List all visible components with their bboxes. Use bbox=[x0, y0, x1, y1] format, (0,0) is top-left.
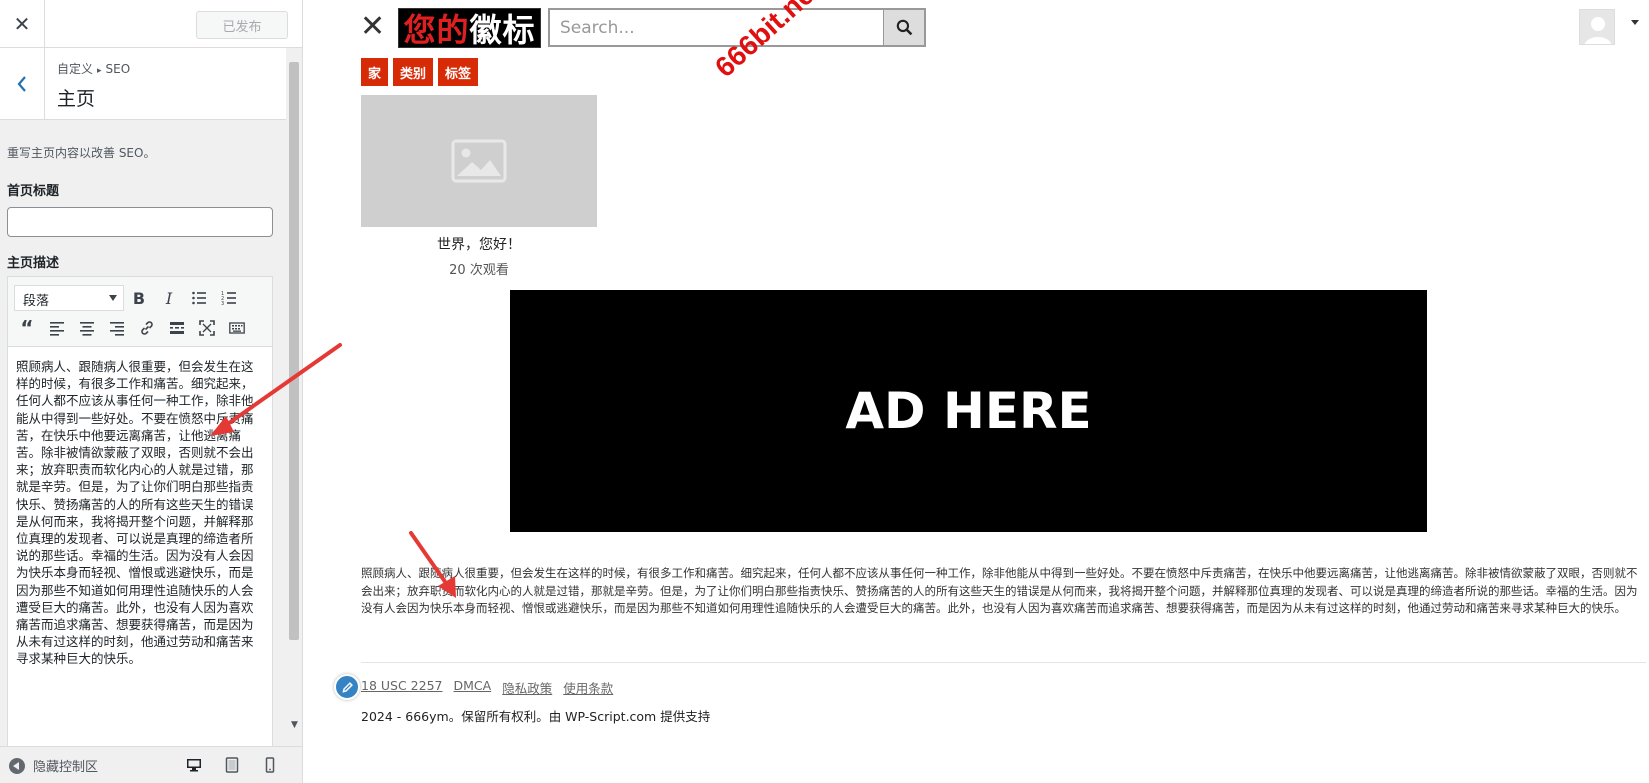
home-description-label: 主页描述 bbox=[7, 256, 60, 271]
numbered-list-button[interactable]: 123 bbox=[216, 285, 242, 311]
fullscreen-icon bbox=[199, 320, 215, 336]
search-button[interactable] bbox=[883, 10, 924, 45]
description-editor: 段落 B I 123 “ 照顾病人、跟随病人很重要，但会发生在这样的时候，有很多… bbox=[7, 276, 273, 746]
customizer-sidebar: ✕ 已发布 自定义 ▸ SEO 主页 重写主页内容以改善 SEO。 首页标题 主页描… bbox=[0, 0, 303, 783]
home-title-input[interactable] bbox=[7, 207, 273, 237]
align-right-button[interactable] bbox=[104, 315, 130, 341]
ad-text: AD HERE bbox=[845, 382, 1092, 440]
italic-button[interactable]: I bbox=[156, 285, 182, 311]
video-views: 20 次观看 bbox=[449, 263, 509, 278]
bold-icon: B bbox=[132, 288, 146, 308]
footer-divider bbox=[361, 662, 1646, 663]
section-title: 主页 bbox=[57, 88, 96, 110]
logo-text-part1: 您的 bbox=[403, 11, 470, 49]
close-icon: ✕ bbox=[360, 9, 386, 44]
search-icon bbox=[896, 19, 912, 36]
customizer-footer: 隐藏控制区 bbox=[0, 746, 302, 783]
preview-mobile-button[interactable] bbox=[260, 755, 280, 775]
link-button[interactable] bbox=[134, 315, 160, 341]
collapse-icon bbox=[9, 757, 25, 774]
nav-item-tags[interactable]: 标签 bbox=[438, 58, 479, 86]
blockquote-button[interactable]: “ bbox=[14, 315, 40, 341]
description-textarea[interactable]: 照顾病人、跟随病人很重要，但会发生在这样的时候，有很多工作和痛苦。细究起来，任何… bbox=[8, 348, 272, 746]
video-thumbnail[interactable] bbox=[361, 95, 597, 227]
link-icon bbox=[141, 321, 153, 335]
fullscreen-button[interactable] bbox=[194, 315, 220, 341]
main-nav: 家 类别 标签 bbox=[361, 58, 479, 86]
align-center-icon bbox=[80, 322, 94, 336]
seo-panel: 重写主页内容以改善 SEO。 首页标题 主页描述 段落 B I 123 “ 照顾… bbox=[0, 121, 286, 746]
bold-button[interactable]: B bbox=[126, 285, 152, 311]
breadcrumb-separator: ▸ bbox=[97, 66, 102, 76]
preview-desktop-button[interactable] bbox=[184, 755, 204, 775]
align-left-icon bbox=[50, 322, 64, 336]
collapse-sidebar-button[interactable]: 隐藏控制区 bbox=[9, 756, 98, 775]
scrollbar-thumb[interactable] bbox=[289, 62, 299, 640]
toolbar-toggle-button[interactable] bbox=[224, 315, 250, 341]
tablet-icon bbox=[225, 757, 239, 773]
preview-close-button[interactable]: ✕ bbox=[360, 12, 385, 42]
breadcrumb-parent: 自定义 bbox=[57, 62, 94, 76]
avatar-dropdown-icon[interactable] bbox=[1631, 20, 1639, 25]
chevron-down-icon bbox=[109, 295, 117, 301]
logo-text-part2: 徽标 bbox=[469, 11, 536, 49]
customizer-header: ✕ 已发布 bbox=[0, 0, 302, 48]
section-header: 自定义 ▸ SEO 主页 bbox=[0, 48, 286, 120]
user-avatar[interactable] bbox=[1579, 9, 1615, 45]
chevron-left-icon bbox=[17, 76, 26, 92]
back-button[interactable] bbox=[0, 48, 45, 120]
align-center-button[interactable] bbox=[74, 315, 100, 341]
numbered-list-icon: 123 bbox=[221, 291, 236, 306]
sidebar-scrollbar[interactable]: ▼ bbox=[287, 48, 302, 738]
breadcrumb: 自定义 ▸ SEO bbox=[57, 60, 130, 77]
site-logo[interactable]: 您的 徽标 bbox=[398, 8, 541, 49]
collapse-label: 隐藏控制区 bbox=[33, 760, 99, 775]
editor-toolbar: 段落 B I 123 “ bbox=[8, 277, 272, 347]
site-preview: ✕ 您的徽标 家 类别 标签 666bit.net 世界，您好！ 20 次观看 bbox=[303, 0, 1649, 783]
svg-text:3: 3 bbox=[221, 301, 224, 306]
publish-button[interactable]: 已发布 bbox=[196, 11, 288, 39]
home-description-text: 照顾病人、跟随病人很重要，但会发生在这样的时候，有很多工作和痛苦。细究起来，任何… bbox=[361, 566, 1638, 615]
footer-link-privacy[interactable]: 隐私政策 bbox=[502, 678, 552, 697]
scroll-down-icon[interactable]: ▼ bbox=[291, 720, 298, 730]
read-more-icon bbox=[170, 322, 184, 334]
preview-tablet-button[interactable] bbox=[222, 755, 242, 775]
screen: ✕ 已发布 自定义 ▸ SEO 主页 重写主页内容以改善 SEO。 首页标题 主页描… bbox=[0, 0, 1649, 783]
pencil-icon bbox=[341, 681, 353, 693]
nav-item-categories[interactable]: 类别 bbox=[393, 58, 434, 86]
footer-link-dmca[interactable]: DMCA bbox=[453, 678, 491, 697]
customizer-close-button[interactable]: ✕ bbox=[0, 0, 45, 48]
nav-item-home[interactable]: 家 bbox=[361, 58, 389, 86]
search-input[interactable] bbox=[550, 10, 883, 45]
breadcrumb-current: SEO bbox=[105, 62, 131, 76]
italic-icon: I bbox=[165, 288, 173, 308]
panel-description: 重写主页内容以改善 SEO。 bbox=[7, 146, 156, 160]
align-right-icon bbox=[110, 322, 124, 336]
video-card[interactable]: 世界，您好！ 20 次观看 bbox=[361, 95, 597, 278]
bullet-list-button[interactable] bbox=[186, 285, 212, 311]
footer-link-2257[interactable]: 18 USC 2257 bbox=[361, 678, 442, 697]
home-title-label: 首页标题 bbox=[7, 184, 60, 199]
paragraph-format-select[interactable]: 段落 bbox=[14, 285, 124, 311]
blockquote-icon: “ bbox=[20, 316, 34, 340]
read-more-button[interactable] bbox=[164, 315, 190, 341]
user-icon bbox=[1580, 10, 1614, 44]
footer-links: 18 USC 2257 DMCA 隐私政策 使用条款 bbox=[361, 678, 613, 697]
image-placeholder-icon bbox=[451, 139, 507, 183]
align-left-button[interactable] bbox=[44, 315, 70, 341]
mobile-icon bbox=[265, 757, 275, 773]
ad-banner[interactable]: AD HERE bbox=[510, 290, 1427, 532]
keyboard-icon bbox=[229, 322, 245, 334]
edit-shortcut-button[interactable] bbox=[334, 674, 360, 700]
footer-link-terms[interactable]: 使用条款 bbox=[563, 678, 613, 697]
desktop-icon bbox=[187, 759, 201, 772]
bullet-list-icon bbox=[192, 291, 206, 305]
format-select-value: 段落 bbox=[23, 294, 50, 309]
video-title[interactable]: 世界，您好！ bbox=[361, 234, 597, 254]
close-icon: ✕ bbox=[13, 12, 31, 36]
copyright-text: 2024 - 666ym。保留所有权利。由 WP-Script.com 提供支持 bbox=[361, 709, 711, 724]
